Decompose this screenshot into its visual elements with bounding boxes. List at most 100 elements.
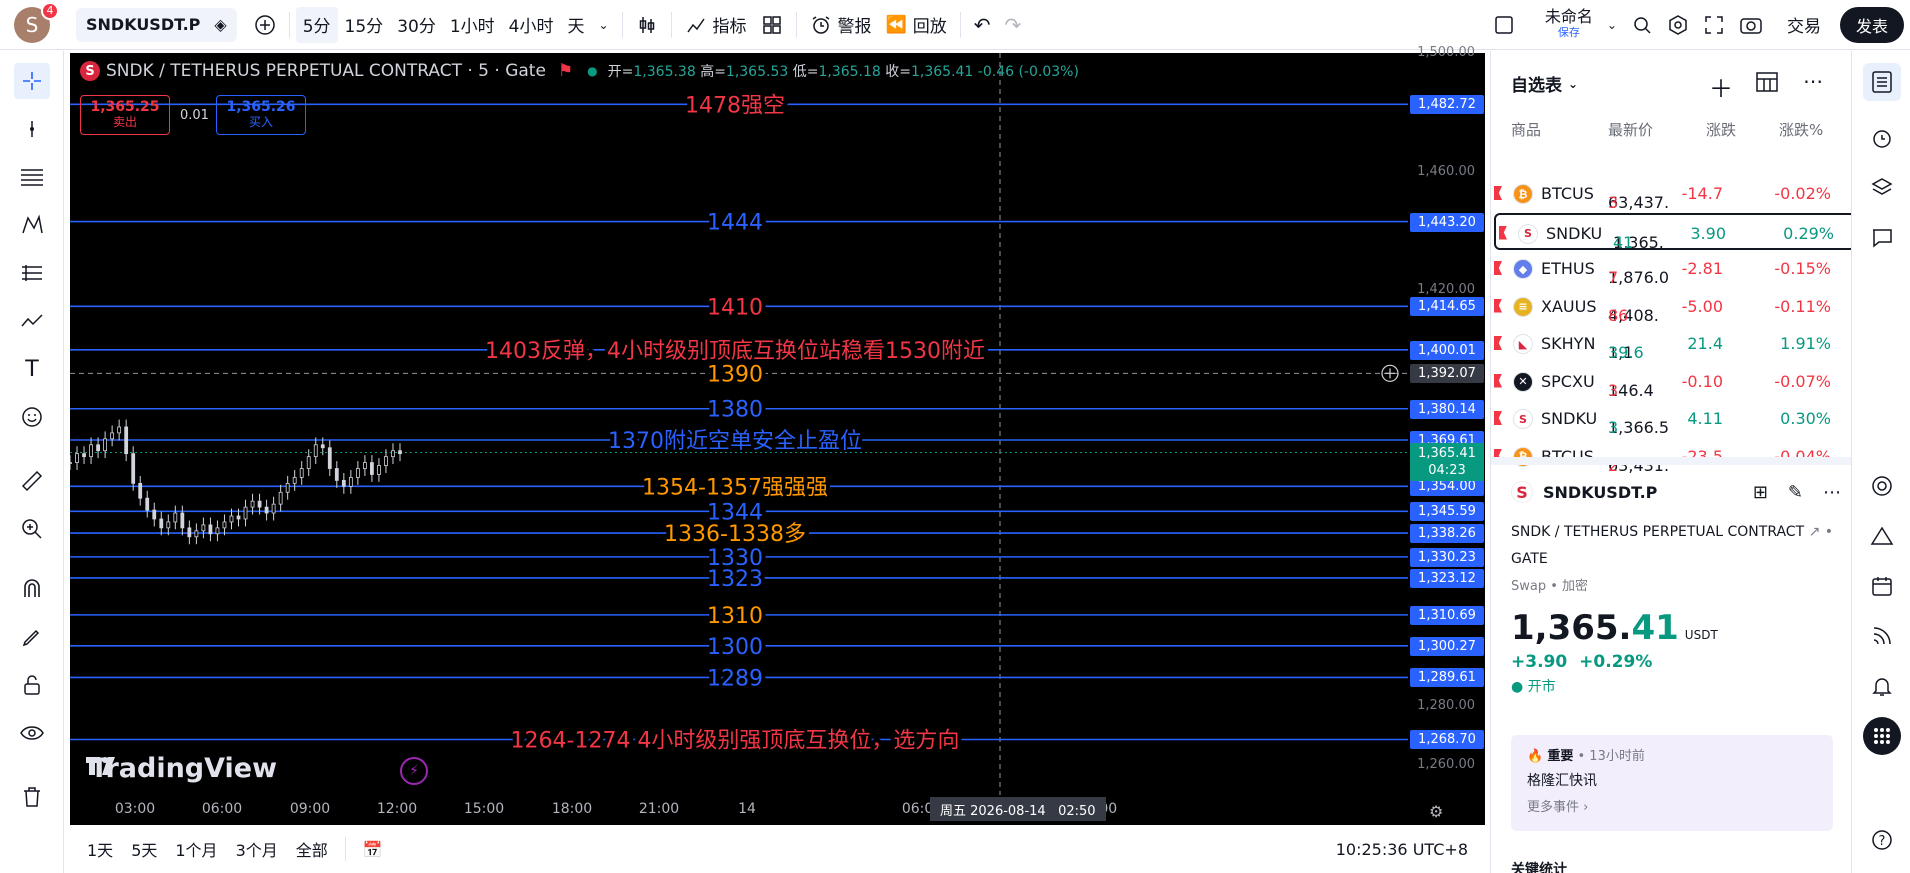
interval-15m[interactable]: 15分 [338, 7, 391, 43]
col-last[interactable]: 最新价 [1608, 119, 1653, 140]
chart-canvas[interactable]: 1478强空 1444 1410 1403反弹，4小时级别顶底互换位站稳看1530附近… [70, 53, 1485, 825]
target-icon[interactable] [1863, 467, 1901, 505]
range-1m[interactable]: 1个月 [166, 837, 226, 861]
data-window-layers-icon[interactable] [1863, 169, 1901, 207]
add-symbol-plus-icon[interactable]: ＋ [1709, 69, 1733, 104]
notifications-bell-icon[interactable] [1863, 667, 1901, 705]
help-question-icon[interactable]: ? [1863, 821, 1901, 859]
external-link-icon[interactable]: ↗ • [1809, 524, 1833, 540]
horizontal-lines-icon[interactable] [14, 159, 50, 195]
fullscreen-icon[interactable] [1696, 7, 1732, 43]
flag-icon[interactable] [1494, 336, 1502, 350]
zoom-in-icon[interactable] [14, 511, 50, 547]
interval-dropdown-chevron-down-icon[interactable]: ⌄ [591, 7, 615, 43]
lock-icon[interactable] [14, 667, 50, 703]
col-symbol[interactable]: 商品 [1511, 119, 1541, 140]
range-all[interactable]: 全部 [287, 837, 337, 861]
range-3m[interactable]: 3个月 [227, 837, 287, 861]
chart-pane[interactable]: 1478强空 1444 1410 1403反弹，4小时级别顶底互换位站稳看1530附近… [70, 53, 1485, 825]
emoji-icon[interactable] [14, 399, 50, 435]
alert-button[interactable]: 警报 [803, 7, 879, 43]
news-more-link[interactable]: 更多事件 › [1527, 796, 1817, 815]
flag-icon[interactable] [1494, 298, 1502, 313]
favorite-diamond-icon[interactable]: ◈ [214, 15, 226, 34]
eye-icon[interactable] [14, 715, 50, 751]
flag-icon[interactable] [1494, 411, 1502, 425]
chat-icon[interactable] [1863, 219, 1901, 257]
news-card[interactable]: 🔥 重要 • 13小时前 格隆汇快讯 更多事件 › [1511, 735, 1833, 831]
redo-icon[interactable]: ↷ [997, 7, 1028, 43]
watchlist-row-sndku[interactable]: S SNDKU 1,365. 41 3.90 0.29% [1494, 212, 1856, 252]
flag-icon[interactable]: ⚑ [558, 61, 573, 81]
edit-note-icon[interactable]: ✎ [1788, 482, 1803, 503]
text-tool-icon[interactable]: T [14, 351, 50, 387]
detail-symbol[interactable]: SNDKUSDT.P [1543, 483, 1657, 502]
watchlist-row-btcus[interactable]: ₿ BTCUS 63,437. 3 -14.7 -0.02% [1491, 175, 1851, 212]
flag-icon[interactable] [1494, 186, 1502, 200]
flag-icon[interactable] [1494, 261, 1502, 275]
trend-line-icon[interactable] [14, 111, 50, 147]
candle-body-32 [292, 477, 297, 484]
quick-search-icon[interactable] [1624, 7, 1660, 43]
flag-icon[interactable] [1494, 373, 1502, 388]
interval-1d[interactable]: 天 [560, 7, 591, 43]
indicators-button[interactable]: 指标 [678, 7, 754, 43]
watchlist-icon[interactable] [1863, 63, 1901, 101]
more-options-icon[interactable]: ⋯ [1803, 69, 1823, 93]
range-1d[interactable]: 1天 [78, 837, 122, 861]
user-avatar[interactable]: S 4 [14, 1, 59, 43]
interval-5m[interactable]: 5分 [295, 6, 338, 43]
more-options-icon[interactable]: ⋯ [1823, 482, 1841, 503]
axis-settings-gear-icon[interactable]: ⚙ [1429, 802, 1443, 821]
replay-button[interactable]: ⏪ 回放 [879, 7, 954, 43]
advanced-view-icon[interactable] [1755, 71, 1779, 97]
interval-30m[interactable]: 30分 [390, 7, 443, 43]
watchlist-row-btcus[interactable]: ₿BTCUS63,431.2-23.5-0.04% [1491, 438, 1851, 475]
watchlist-row-skhyn[interactable]: ◣ SKHYN 1,1 39.6 21.4 1.91% [1491, 325, 1851, 362]
pencil-lock-icon[interactable] [14, 619, 50, 655]
col-change-pct[interactable]: 涨跌% [1779, 119, 1823, 140]
goto-date-calendar-icon[interactable]: 📅 [354, 840, 392, 859]
col-change[interactable]: 涨跌 [1706, 119, 1736, 140]
undo-icon[interactable]: ↶ [967, 7, 998, 43]
chart-type-candles-icon[interactable] [629, 7, 665, 43]
ideas-mountain-icon[interactable] [1863, 517, 1901, 555]
watchlist-row-sndku[interactable]: S SNDKU 1,366.5 3 4.11 0.30% [1491, 400, 1851, 437]
layouts-grid-icon[interactable] [754, 7, 790, 43]
time-axis[interactable]: 03:00 06:00 09:00 12:00 15:00 18:00 21:00 14 06:… [70, 795, 1408, 825]
forecast-icon[interactable] [14, 303, 50, 339]
interval-4h[interactable]: 4小时 [502, 7, 561, 43]
watchlist-title-button[interactable]: 自选表 ⌄ [1511, 71, 1578, 96]
trash-icon[interactable] [14, 779, 50, 815]
magnet-icon[interactable] [14, 571, 50, 607]
watchlist-row-spcxu[interactable]: ✕ SPCXU 146.4 3 -0.10 -0.07% [1491, 363, 1851, 400]
trade-button[interactable]: 交易 [1780, 7, 1828, 43]
sell-button[interactable]: 1,365.25 卖出 [80, 95, 170, 135]
grid-view-icon[interactable]: ⊞ [1753, 482, 1768, 503]
ruler-icon[interactable] [14, 463, 50, 499]
price-scale[interactable]: 1,500.00 1,460.00 1,420.00 1,280.00 1,260.00… [1408, 45, 1485, 825]
watchlist-row-ethus[interactable]: ◆ ETHUS 1,876.0 7 -2.81 -0.15% [1491, 250, 1851, 287]
publish-button[interactable]: 发表 [1839, 6, 1904, 43]
clock-timezone[interactable]: 10:25:36 UTC+8 [1327, 840, 1477, 859]
watchlist-row-xauus[interactable]: ≡ XAUUS 4,408. 86 -5.00 -0.11% [1491, 288, 1851, 325]
settings-gear-icon[interactable] [1660, 7, 1696, 43]
buy-button[interactable]: 1,365.26 买入 [216, 95, 306, 135]
symbol-search-button[interactable]: SNDKUSDT.P ◈ [76, 7, 237, 42]
pattern-icon[interactable] [14, 207, 50, 243]
calendar-icon[interactable] [1863, 567, 1901, 605]
crosshair-icon[interactable] [14, 63, 50, 99]
interval-1h[interactable]: 1小时 [443, 7, 502, 43]
fib-retracement-icon[interactable] [14, 255, 50, 291]
add-symbol-button[interactable] [247, 7, 283, 43]
layout-name-button[interactable]: 未命名 保存 [1538, 7, 1600, 43]
range-5d[interactable]: 5天 [122, 837, 166, 861]
layout-menu-chevron-down-icon[interactable]: ⌄ [1600, 7, 1624, 43]
layout-checkbox-icon[interactable] [1486, 7, 1522, 43]
streams-broadcast-icon[interactable] [1863, 617, 1901, 655]
alerts-clock-icon[interactable] [1863, 119, 1901, 157]
apps-grid-icon[interactable] [1863, 717, 1901, 755]
flag-icon[interactable] [1499, 225, 1507, 240]
lightning-icon[interactable]: ⚡ [400, 757, 428, 785]
camera-icon[interactable] [1732, 7, 1770, 43]
